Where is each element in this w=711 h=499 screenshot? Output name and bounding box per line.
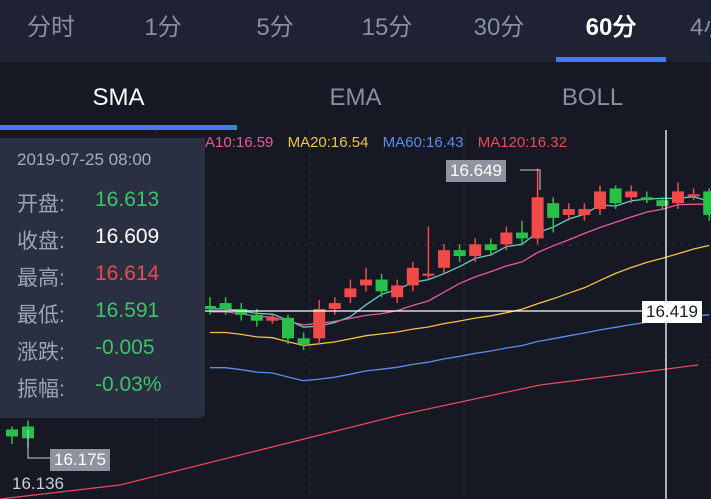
candle-body: [578, 209, 591, 215]
ma20-legend: MA20:16.54: [287, 134, 369, 151]
candle-body: [313, 308, 326, 339]
candle-body: [328, 303, 341, 309]
ma60-legend: MA60:16.43: [382, 134, 464, 151]
axis-min-label: 16.136: [12, 474, 64, 493]
candle-body: [266, 317, 279, 321]
crosshair-price-label: 16.419: [642, 301, 702, 323]
tab-period-5min[interactable]: 5分: [230, 0, 320, 58]
candle-body: [516, 232, 528, 239]
candle-body: [297, 338, 310, 345]
ma120-legend: MA120:16.32: [477, 134, 567, 151]
candle-body: [360, 279, 372, 286]
info-label: 最高:: [17, 267, 65, 290]
info-row-open: 开盘: 16.613: [17, 188, 207, 224]
candle-body: [453, 250, 466, 257]
info-value: 16.609: [95, 225, 160, 248]
info-row-low: 最低: 16.591: [17, 299, 207, 335]
candle-body: [640, 197, 653, 201]
info-value: 16.614: [95, 262, 160, 285]
info-label: 开盘:: [17, 193, 65, 216]
info-value: 16.613: [95, 188, 160, 211]
ma10-line: [210, 203, 710, 326]
candle-body: [703, 191, 711, 215]
candle-body: [547, 203, 560, 218]
info-value: -0.03%: [95, 373, 162, 396]
candle-body: [562, 209, 575, 215]
candle-body: [250, 314, 263, 321]
info-date: 2019-07-25 08:00: [17, 150, 152, 169]
candle-body: [672, 191, 684, 204]
tab-period-4h[interactable]: 4小: [678, 0, 711, 58]
candle-body: [594, 191, 606, 210]
ma10-legend: A10:16.59: [205, 134, 274, 151]
candle-body: [375, 279, 388, 292]
info-value: 16.591: [95, 299, 160, 322]
ma-legend: A10:16.59 MA20:16.54 MA60:16.43 MA120:16…: [205, 134, 577, 151]
candle-body: [484, 244, 497, 251]
info-label: 涨跌:: [17, 341, 65, 364]
tab-period-60min[interactable]: 60分: [566, 0, 656, 58]
tab-period-30min[interactable]: 30分: [454, 0, 544, 58]
candle-body: [6, 429, 18, 437]
candle-body: [391, 285, 404, 298]
candle-body: [500, 232, 513, 245]
tab-period-fenshi[interactable]: 分时: [6, 0, 96, 58]
candle-body: [282, 317, 294, 339]
candle-body: [219, 303, 232, 309]
candle-body: [235, 308, 248, 315]
tab-period-1min[interactable]: 1分: [118, 0, 208, 58]
candle-body: [609, 188, 622, 204]
info-row-high: 最高: 16.614: [17, 262, 207, 298]
candle-body: [422, 273, 435, 276]
tab-sma[interactable]: SMA: [0, 62, 237, 130]
info-row-amplitude: 振幅: -0.03%: [17, 373, 207, 409]
info-label: 振幅:: [17, 378, 65, 401]
info-row-close: 收盘: 16.609: [17, 225, 207, 261]
low-price-marker: 16.175: [50, 449, 110, 471]
candle-body: [625, 191, 638, 198]
info-label: 收盘:: [17, 230, 65, 253]
info-label: 最低:: [17, 304, 65, 327]
indicator-tab-bar: SMA EMA BOLL: [0, 62, 711, 130]
info-value: -0.005: [95, 336, 155, 359]
candle-body: [406, 267, 419, 286]
candle-body: [438, 250, 450, 268]
tab-period-15min[interactable]: 15分: [342, 0, 432, 58]
high-price-marker: 16.649: [446, 160, 506, 182]
candle-body: [469, 244, 482, 257]
candle-info-panel: 2019-07-25 08:00 开盘: 16.613 收盘: 16.609 最…: [0, 138, 205, 418]
candle-body: [687, 194, 700, 197]
info-row-change: 涨跌: -0.005: [17, 336, 207, 372]
period-tab-bar: 分时 1分 5分 15分 30分 60分 4小: [0, 0, 711, 62]
tab-ema[interactable]: EMA: [237, 62, 474, 130]
candle-body: [344, 288, 357, 298]
tab-boll[interactable]: BOLL: [474, 62, 711, 130]
candle-body: [531, 197, 544, 239]
